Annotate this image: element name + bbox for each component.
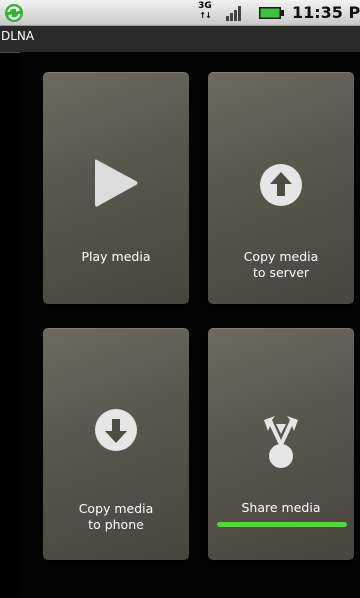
signal-icon <box>226 6 241 21</box>
clock: 11:35 PM <box>292 3 360 22</box>
network-type-label: 3G <box>198 1 212 11</box>
play-media-button[interactable]: Play media <box>43 72 189 304</box>
share-icon <box>208 414 354 474</box>
tile-label: Copy media to phone <box>78 501 154 532</box>
battery-icon <box>259 7 284 19</box>
copy-to-server-button[interactable]: Copy media to server <box>208 72 354 304</box>
network-3g-icon: 3G ↑↓ <box>198 2 212 24</box>
title-bar: DLNA <box>0 26 360 53</box>
upload-icon <box>208 163 354 223</box>
tile-grid: Play media Copy media to server Copy med… <box>20 52 360 598</box>
network-arrows: ↑↓ <box>199 11 211 20</box>
play-icon <box>43 156 189 216</box>
download-icon <box>43 408 189 468</box>
status-bar: 3G ↑↓ 11:35 PM <box>0 0 360 26</box>
sync-icon <box>5 4 23 22</box>
page-title: DLNA <box>1 29 35 43</box>
tile-label: Share media <box>241 500 321 515</box>
share-media-button[interactable]: Share media <box>208 328 354 560</box>
focus-indicator <box>217 522 347 527</box>
copy-to-phone-button[interactable]: Copy media to phone <box>43 328 189 560</box>
tile-label: Play media <box>81 249 151 264</box>
tile-label: Copy media to server <box>243 249 319 280</box>
